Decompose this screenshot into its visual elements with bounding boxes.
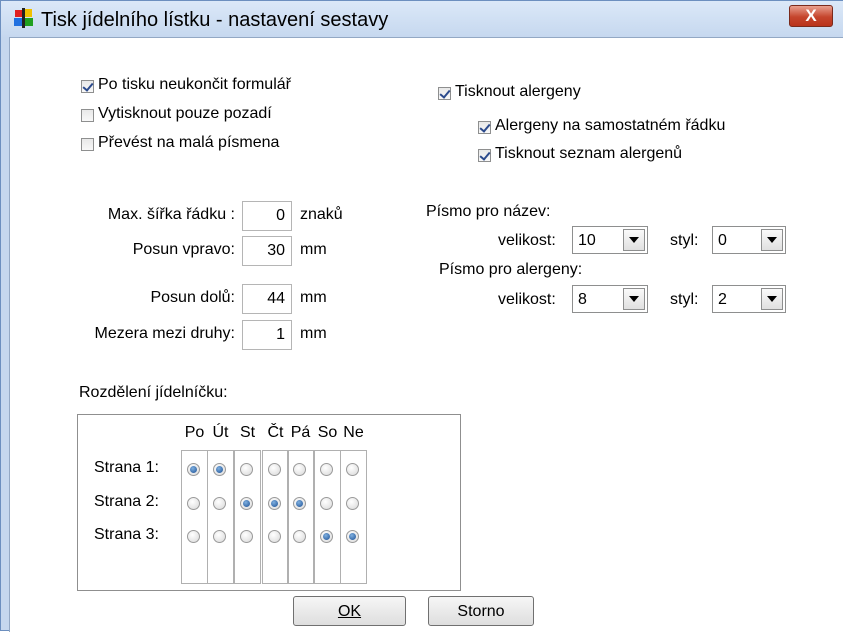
chevron-down-icon[interactable] (761, 229, 783, 251)
strana-label: Strana 1: (94, 459, 159, 476)
close-button[interactable]: X (789, 5, 833, 27)
pismo-alergeny-size-value: 8 (578, 291, 587, 308)
max-sirka-field[interactable]: 0 (242, 201, 292, 231)
pismo-nazev-size-label: velikost: (498, 232, 556, 249)
max-sirka-unit: znaků (300, 206, 343, 223)
split-radio[interactable] (346, 497, 359, 510)
pismo-alergeny-heading: Písmo pro alergeny: (439, 261, 583, 278)
pismo-nazev-size-value: 10 (578, 232, 596, 249)
checkbox-po-tisku[interactable] (81, 80, 94, 93)
day-header: St (239, 424, 256, 441)
mezera-label: Mezera mezi druhy: (94, 325, 236, 342)
pismo-nazev-heading: Písmo pro název: (426, 203, 551, 220)
checkbox-tisknout-alergeny[interactable] (438, 87, 451, 100)
split-radio[interactable] (320, 463, 333, 476)
pismo-alergeny-style-select[interactable]: 2 (712, 285, 786, 313)
split-radio[interactable] (346, 463, 359, 476)
split-radio[interactable] (213, 463, 226, 476)
split-radio[interactable] (268, 497, 281, 510)
split-radio[interactable] (240, 497, 253, 510)
posun-dolu-unit: mm (300, 289, 327, 306)
day-header: Čt (267, 424, 284, 441)
pismo-nazev-style-label: styl: (670, 232, 699, 249)
split-radio[interactable] (268, 530, 281, 543)
checkbox-mala-pismena-label[interactable]: Převést na malá písmena (98, 134, 279, 152)
posun-dolu-field[interactable]: 44 (242, 284, 292, 314)
day-header: So (317, 424, 338, 441)
split-radio[interactable] (293, 463, 306, 476)
chevron-down-icon[interactable] (623, 229, 645, 251)
checkbox-tisknout-alergeny-label[interactable]: Tisknout alergeny (455, 83, 581, 101)
posun-vpravo-unit: mm (300, 241, 327, 258)
split-radio[interactable] (187, 530, 200, 543)
pismo-alergeny-style-value: 2 (718, 291, 727, 308)
cancel-button-label: Storno (457, 603, 505, 620)
mezera-field[interactable]: 1 (242, 320, 292, 350)
split-radio[interactable] (320, 530, 333, 543)
split-radio[interactable] (240, 463, 253, 476)
pismo-nazev-size-select[interactable]: 10 (572, 226, 648, 254)
checkbox-seznam-alergenu-label[interactable]: Tisknout seznam alergenů (495, 145, 682, 163)
checkbox-mala-pismena[interactable] (81, 138, 94, 151)
split-radio[interactable] (240, 530, 253, 543)
split-radio[interactable] (320, 497, 333, 510)
split-radio[interactable] (293, 497, 306, 510)
split-radio[interactable] (268, 463, 281, 476)
checkbox-po-tisku-label[interactable]: Po tisku neukončit formulář (98, 76, 291, 94)
close-icon: X (805, 6, 817, 25)
day-header: Pá (290, 424, 311, 441)
mezera-unit: mm (300, 325, 327, 342)
strana-label: Strana 3: (94, 526, 159, 543)
checkbox-alergeny-radek[interactable] (478, 121, 491, 134)
dialog-window: Tisk jídelního lístku - nastavení sestav… (0, 0, 843, 632)
title-bar[interactable]: Tisk jídelního lístku - nastavení sestav… (1, 1, 843, 37)
pismo-nazev-style-value: 0 (718, 232, 727, 249)
posun-vpravo-label: Posun vpravo: (132, 241, 235, 258)
checkbox-pouze-pozadi-label[interactable]: Vytisknout pouze pozadí (98, 105, 272, 123)
ok-button-label: OK (337, 603, 362, 620)
checkbox-alergeny-radek-label[interactable]: Alergeny na samostatném řádku (495, 117, 725, 135)
split-radio[interactable] (187, 497, 200, 510)
pismo-alergeny-style-label: styl: (670, 291, 699, 308)
day-header: Po (184, 424, 205, 441)
pismo-alergeny-size-select[interactable]: 8 (572, 285, 648, 313)
split-radio[interactable] (346, 530, 359, 543)
ok-button[interactable]: OK (293, 596, 406, 626)
window-title: Tisk jídelního lístku - nastavení sestav… (41, 9, 389, 31)
posun-dolu-label: Posun dolů: (150, 289, 235, 306)
pismo-nazev-style-select[interactable]: 0 (712, 226, 786, 254)
dialog-client-area: Po tisku neukončit formulář Vytisknout p… (9, 37, 843, 632)
split-radio[interactable] (213, 497, 226, 510)
split-radio[interactable] (187, 463, 200, 476)
chevron-down-icon[interactable] (761, 288, 783, 310)
chevron-down-icon[interactable] (623, 288, 645, 310)
cancel-button[interactable]: Storno (428, 596, 534, 626)
pismo-alergeny-size-label: velikost: (498, 291, 556, 308)
split-radio[interactable] (293, 530, 306, 543)
split-radio[interactable] (213, 530, 226, 543)
max-sirka-label: Max. šířka řádku : (107, 206, 235, 223)
rozdeleni-heading: Rozdělení jídelníčku: (79, 384, 228, 401)
checkbox-pouze-pozadi[interactable] (81, 109, 94, 122)
posun-vpravo-field[interactable]: 30 (242, 236, 292, 266)
day-header: Út (212, 424, 229, 441)
day-header: Ne (343, 424, 364, 441)
strana-label: Strana 2: (94, 493, 159, 510)
app-icon (14, 8, 33, 28)
checkbox-seznam-alergenu[interactable] (478, 149, 491, 162)
